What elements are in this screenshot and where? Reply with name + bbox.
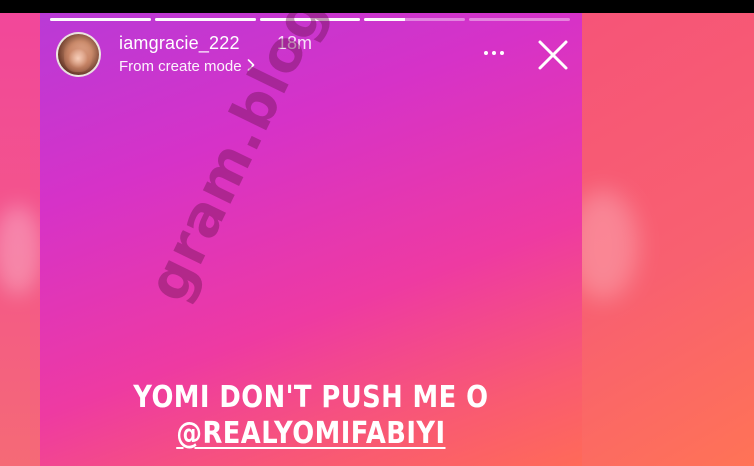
top-bar xyxy=(0,0,754,13)
story-viewer-screen: iamgracie_222 18m From create mode gram.… xyxy=(0,0,754,466)
progress-segment xyxy=(50,18,151,21)
more-options-button[interactable] xyxy=(478,43,510,63)
progress-segment xyxy=(469,18,570,21)
avatar-photo xyxy=(64,38,92,72)
caption-text: YOMI DON'T PUSH ME O xyxy=(133,380,489,415)
story-card[interactable]: iamgracie_222 18m From create mode gram.… xyxy=(40,13,582,466)
progress-segment xyxy=(154,18,256,21)
progress-segment-fill xyxy=(364,18,405,21)
progress-segment-fill xyxy=(50,18,151,21)
close-button[interactable] xyxy=(536,38,570,72)
close-icon xyxy=(538,40,568,70)
avatar[interactable] xyxy=(56,32,101,77)
more-dot-icon xyxy=(500,51,504,55)
create-mode-label: From create mode xyxy=(119,58,242,75)
progress-segment-fill xyxy=(154,18,256,21)
more-dot-icon xyxy=(492,51,496,55)
create-mode-link[interactable]: From create mode xyxy=(119,58,255,75)
mention-link[interactable]: @REALYOMIFABIYI xyxy=(176,416,445,451)
username[interactable]: iamgracie_222 xyxy=(119,33,240,54)
progress-segment xyxy=(364,18,466,21)
story-caption: YOMI DON'T PUSH ME O @REALYOMIFABIYI xyxy=(78,381,544,453)
more-dot-icon xyxy=(484,51,488,55)
